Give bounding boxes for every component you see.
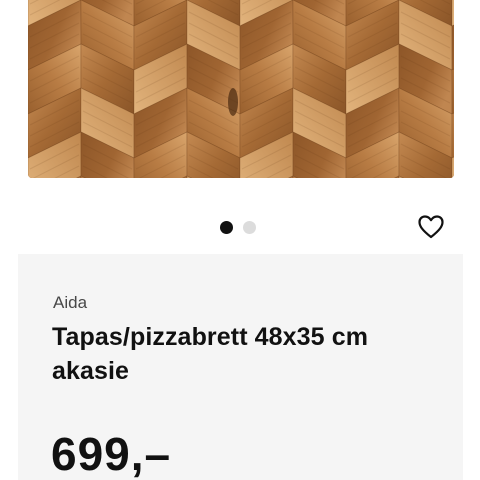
product-title: Tapas/pizzabrett 48x35 cm akasie <box>52 323 369 385</box>
wood-board-image <box>28 0 454 178</box>
heart-outline-icon <box>418 215 444 239</box>
product-page: Aida Tapas/pizzabrett 48x35 cm akasie 69… <box>0 0 480 480</box>
product-price: 699,– <box>51 428 172 480</box>
carousel-dot-active[interactable] <box>220 220 233 234</box>
product-info-card: Aida Tapas/pizzabrett 48x35 cm akasie 69… <box>18 254 463 480</box>
product-image[interactable] <box>28 0 454 178</box>
favorite-button[interactable] <box>416 212 446 242</box>
wood-plank <box>451 0 454 27</box>
carousel-dots <box>220 220 256 234</box>
carousel-dot[interactable] <box>243 220 256 234</box>
wood-knot <box>228 88 238 116</box>
brand-name[interactable]: Aida <box>53 293 87 313</box>
